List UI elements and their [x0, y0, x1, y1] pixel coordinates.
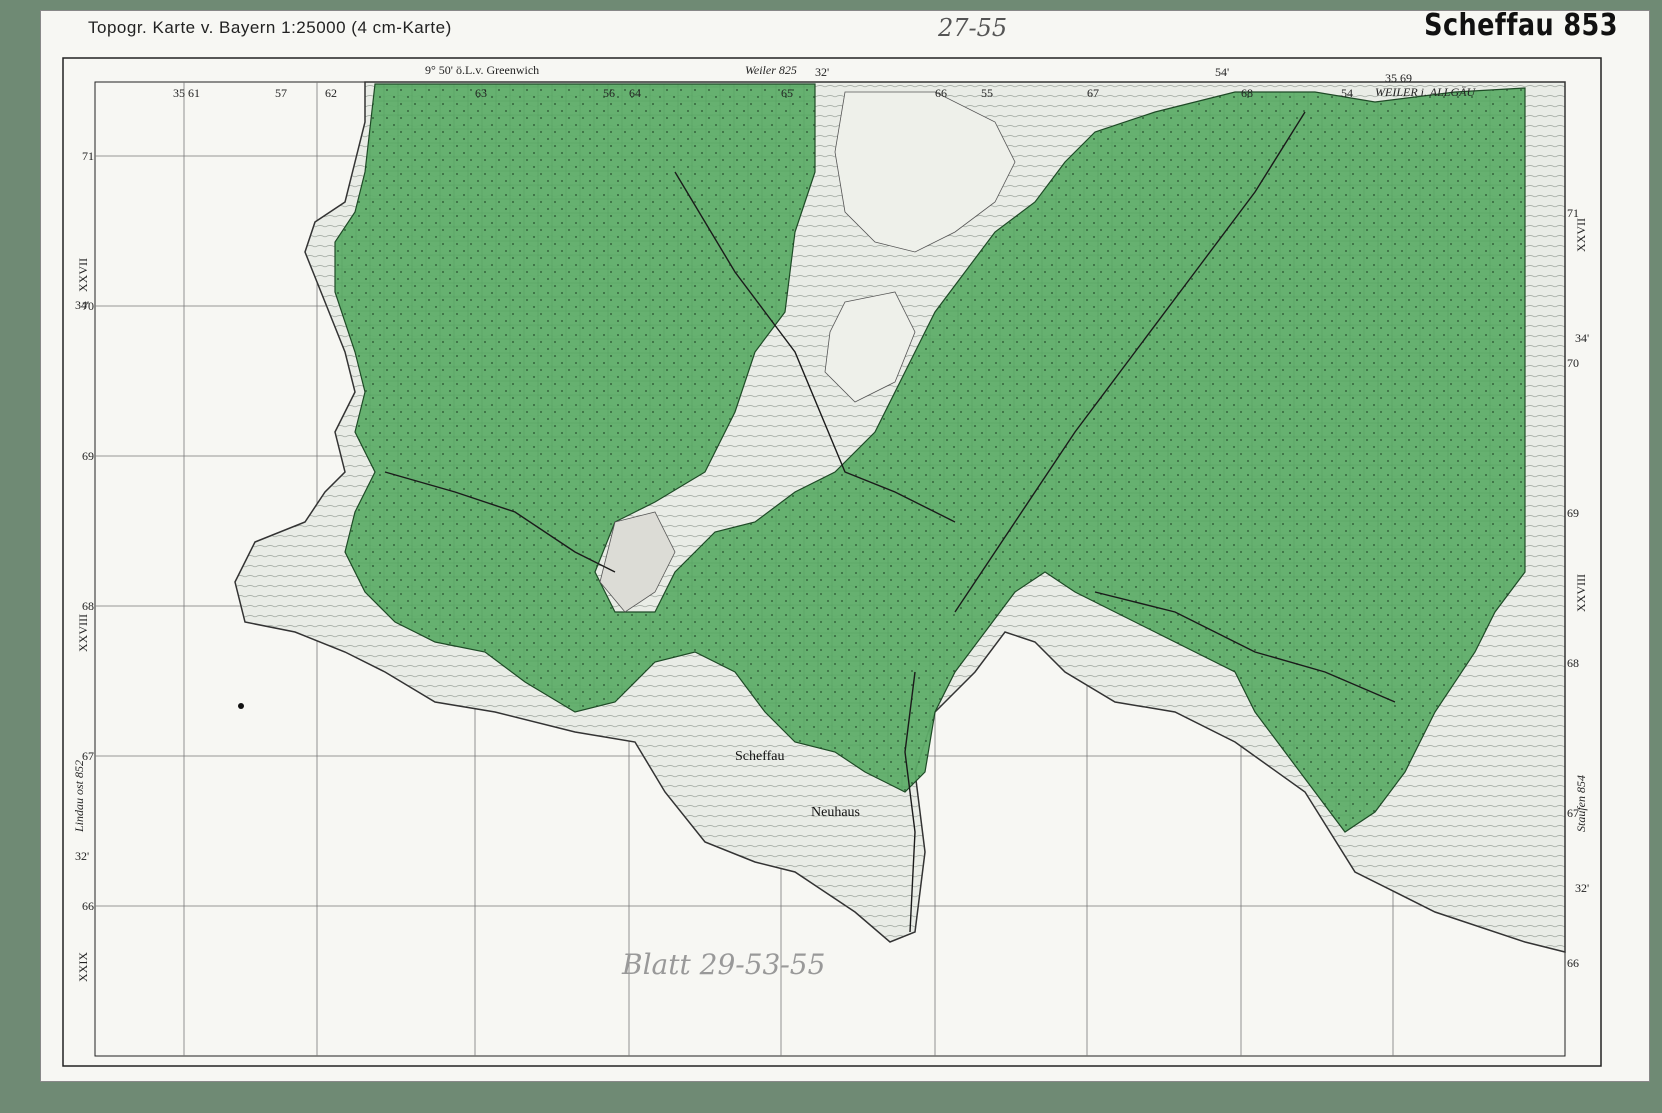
map-header-title: Topogr. Karte v. Bayern 1:25000 (4 cm-Ka…	[88, 18, 452, 37]
grid-number-left: 69	[82, 449, 94, 463]
grid-number-right: 70	[1567, 356, 1579, 370]
lat-mark-right-34: 34'	[1575, 331, 1589, 345]
roman-left: XXVII	[76, 258, 90, 292]
place-scheffau: Scheffau	[735, 749, 785, 764]
handwritten-note-bottom: Blatt 29-53-55	[622, 948, 826, 981]
place-neuhaus: Neuhaus	[811, 805, 860, 820]
neighbor-top-right-label: WEILER i. ALLGÄU	[1375, 85, 1476, 99]
lat-mark-left-32: 32'	[75, 849, 89, 863]
grid-number-left: 71	[82, 149, 94, 163]
grid-number-right: 66	[1567, 956, 1579, 970]
grid-number-left: 68	[82, 599, 94, 613]
handwritten-note-top: 27-55	[938, 14, 1008, 42]
roman-left: XXVIII	[76, 614, 90, 652]
grid-number-top: 63	[475, 86, 487, 100]
grid-number-right: 71	[1567, 206, 1579, 220]
lat-mark-right-32: 32'	[1575, 881, 1589, 895]
roman-right: XXVII	[1574, 218, 1588, 252]
map-sheet: Topogr. Karte v. Bayern 1:25000 (4 cm-Ka…	[40, 8, 1650, 1082]
grid-number-top: 55	[981, 86, 993, 100]
minute-mark-32: 32'	[815, 65, 829, 79]
grid-number-top: 57	[275, 86, 287, 100]
sheet-name: Scheffau 853	[1424, 8, 1618, 43]
neighbor-left-label: Lindau ost 852	[72, 760, 86, 833]
grid-number-right: 68	[1567, 656, 1579, 670]
neighbor-top-label: Weiler 825	[745, 63, 797, 77]
grid-number-top: 65	[781, 86, 793, 100]
roman-right: XXVIII	[1574, 574, 1588, 612]
grid-number-top: 56	[603, 86, 615, 100]
grid-number-top: 64	[629, 86, 641, 100]
grid-number-top: 66	[935, 86, 947, 100]
grid-number-top: 67	[1087, 86, 1099, 100]
grid-number-left: 66	[82, 899, 94, 913]
dot-mark	[238, 703, 244, 709]
neighbor-right-label: Staufen 854	[1574, 775, 1588, 832]
grid-number-right: 69	[1567, 506, 1579, 520]
grid-number-top: 35 61	[173, 86, 200, 100]
greenwich-label: 9° 50' ö.L.v. Greenwich	[425, 63, 539, 77]
minute-mark-54: 54'	[1215, 65, 1229, 79]
grid-number-top: 62	[325, 86, 337, 100]
grid-number-left: 70	[82, 299, 94, 313]
grid-number-top: 54	[1341, 86, 1353, 100]
grid-number-top: 68	[1241, 86, 1253, 100]
grid-number-top: 35 69	[1385, 71, 1412, 85]
roman-left: XXIX	[76, 952, 90, 982]
map-canvas[interactable]: 9° 50' ö.L.v. Greenwich Weiler 825 32' 5…	[55, 52, 1610, 1072]
map-frame[interactable]: 9° 50' ö.L.v. Greenwich Weiler 825 32' 5…	[55, 52, 1610, 1072]
